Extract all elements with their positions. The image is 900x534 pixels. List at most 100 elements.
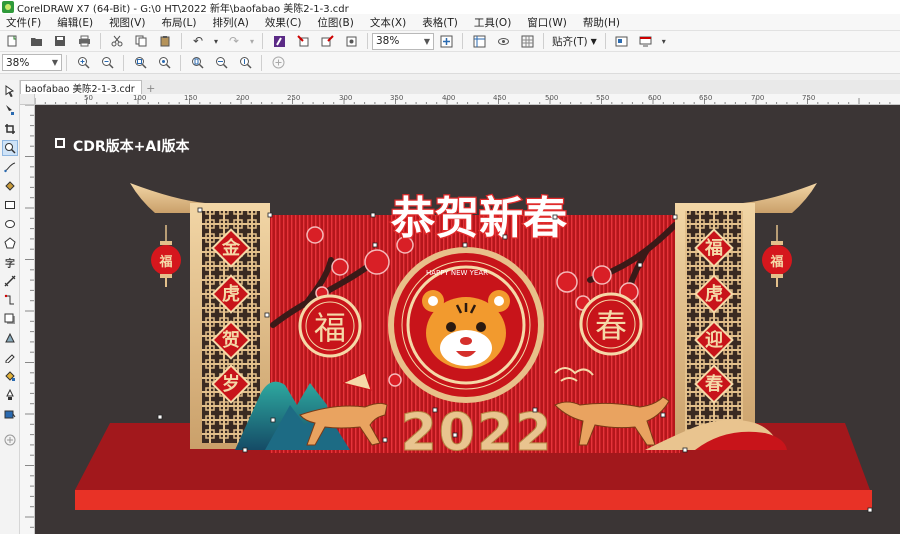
options-icon[interactable] — [636, 32, 656, 50]
property-bar: 38% ▼ — [0, 51, 900, 74]
text-tool-icon[interactable]: 字 — [2, 254, 18, 270]
menu-tools[interactable]: 工具(O) — [468, 15, 521, 30]
crop-tool-icon[interactable] — [2, 121, 18, 137]
menu-file[interactable]: 文件(F) — [0, 15, 51, 30]
save-icon[interactable] — [50, 32, 70, 50]
full-screen-preview-icon[interactable] — [436, 32, 456, 50]
cut-icon[interactable] — [107, 32, 127, 50]
connector-tool-icon[interactable] — [2, 292, 18, 308]
window-title: CorelDRAW X7 (64-Bit) - G:\0 HT\2022 新年\… — [17, 3, 349, 15]
zoom-to-all-objects-icon[interactable] — [154, 54, 174, 72]
import-icon[interactable] — [293, 32, 313, 50]
menu-edit[interactable]: 编辑(E) — [51, 15, 103, 30]
ruler-tick-label: 100 — [133, 94, 147, 102]
zoom-levels-combo[interactable]: 38% ▼ — [2, 54, 62, 71]
transparency-tool-icon[interactable] — [2, 330, 18, 346]
print-icon[interactable] — [74, 32, 94, 50]
shape-tool-icon[interactable] — [2, 102, 18, 118]
ruler-tick-label: 50 — [84, 94, 93, 102]
ruler-tick-label: 200 — [236, 94, 250, 102]
zoom-tool-icon[interactable] — [2, 140, 18, 156]
search-content-icon[interactable] — [269, 32, 289, 50]
ruler-tick-label: 500 — [545, 94, 559, 102]
polygon-tool-icon[interactable] — [2, 235, 18, 251]
horizontal-ruler[interactable]: 50 100 150 200 250 300 350 400 450 500 5… — [35, 94, 900, 105]
zoom-to-page-width-icon[interactable] — [211, 54, 231, 72]
redo-icon[interactable]: ↷ — [224, 32, 244, 50]
toolbar-separator — [604, 33, 606, 49]
menu-view[interactable]: 视图(V) — [103, 15, 155, 30]
left-fortune-char: 福 — [314, 309, 346, 347]
ellipse-tool-icon[interactable] — [2, 216, 18, 232]
copy-icon[interactable] — [131, 32, 151, 50]
ruler-tick-label: 550 — [596, 94, 610, 102]
drop-shadow-tool-icon[interactable] — [2, 311, 18, 327]
zoom-levels-value: 38% — [6, 56, 30, 69]
welcome-screen-icon[interactable] — [612, 32, 632, 50]
grid-icon[interactable] — [517, 32, 537, 50]
vertical-ruler[interactable] — [20, 105, 35, 534]
open-folder-icon[interactable] — [26, 32, 46, 50]
zoom-to-page-height-icon[interactable] — [235, 54, 255, 72]
zoom-out-icon[interactable] — [97, 54, 117, 72]
document-tab[interactable]: baofabao 美陈2-1-3.cdr — [20, 80, 142, 95]
smart-fill-tool-icon[interactable] — [2, 178, 18, 194]
right-lantern-char: 福 — [769, 254, 783, 270]
show-rulers-icon[interactable] — [469, 32, 489, 50]
ruler-tick-label: 400 — [442, 94, 456, 102]
pick-tool-icon[interactable] — [2, 83, 18, 99]
happy-new-year-text: HAPPY NEW YEAR — [426, 269, 488, 277]
color-eyedropper-tool-icon[interactable] — [2, 349, 18, 365]
rectangle-tool-icon[interactable] — [2, 197, 18, 213]
drawing-canvas[interactable]: CDR版本+AI版本 HAPPY NEW YEAR 福 春 恭贺新春 金 虎 贺… — [35, 105, 900, 534]
add-circle-icon[interactable] — [268, 54, 288, 72]
undo-dropdown-icon[interactable]: ▾ — [212, 32, 220, 50]
menu-text[interactable]: 文本(X) — [364, 15, 416, 30]
interactive-fill-tool-icon[interactable] — [2, 368, 18, 384]
coreldraw-app-icon — [2, 1, 14, 13]
ruler-tick-label: 600 — [648, 94, 662, 102]
menu-arrange[interactable]: 排列(A) — [207, 15, 259, 30]
parallel-dimension-tool-icon[interactable] — [2, 273, 18, 289]
outline-pen-tool-icon[interactable] — [2, 387, 18, 403]
right-spring-char: 春 — [595, 307, 627, 345]
title-bar: CorelDRAW X7 (64-Bit) - G:\0 HT\2022 新年\… — [0, 0, 900, 15]
view-mode-icon[interactable] — [493, 32, 513, 50]
menu-layout[interactable]: 布局(L) — [155, 15, 206, 30]
chevron-down-icon: ▼ — [51, 58, 58, 67]
toolbar-separator — [262, 33, 263, 49]
right-couplet-char: 迎 — [705, 329, 723, 351]
ruler-tick-label: 650 — [699, 94, 713, 102]
menu-effects[interactable]: 效果(C) — [259, 15, 312, 30]
fill-tool-icon[interactable] — [2, 406, 18, 422]
ruler-tick-label: 300 — [339, 94, 353, 102]
toolbar-separator — [66, 54, 67, 71]
new-tab-plus-icon[interactable]: + — [144, 82, 158, 95]
add-tool-icon[interactable] — [2, 432, 18, 448]
toolbar-separator — [100, 33, 101, 49]
menu-help[interactable]: 帮助(H) — [577, 15, 630, 30]
right-couplet-char: 虎 — [705, 283, 723, 305]
zoom-in-icon[interactable] — [73, 54, 93, 72]
new-document-icon[interactable] — [2, 32, 22, 50]
zoom-to-selected-icon[interactable] — [130, 54, 150, 72]
toolbar-separator — [367, 33, 368, 49]
zoom-level-combo[interactable]: 38% ▼ — [372, 32, 434, 50]
publish-pdf-icon[interactable] — [341, 32, 361, 50]
freehand-tool-icon[interactable] — [2, 159, 18, 175]
artwork: HAPPY NEW YEAR 福 春 恭贺新春 金 虎 贺 岁 福 虎 迎 春 … — [75, 183, 873, 513]
ruler-origin[interactable] — [20, 94, 35, 105]
menu-bitmaps[interactable]: 位图(B) — [311, 15, 363, 30]
undo-icon[interactable]: ↶ — [188, 32, 208, 50]
redo-dropdown-icon[interactable]: ▾ — [248, 32, 256, 50]
snap-to-dropdown[interactable]: 贴齐(T) ▼ — [548, 34, 601, 49]
zoom-to-page-icon[interactable] — [187, 54, 207, 72]
menu-table[interactable]: 表格(T) — [416, 15, 468, 30]
menu-window[interactable]: 窗口(W) — [521, 15, 577, 30]
export-icon[interactable] — [317, 32, 337, 50]
ruler-tick-label: 750 — [802, 94, 816, 102]
toolbar-options-dropdown-icon[interactable]: ▾ — [660, 32, 668, 50]
chevron-down-icon: ▼ — [590, 36, 597, 46]
paste-icon[interactable] — [155, 32, 175, 50]
title-art-text: 恭贺新春 — [390, 193, 567, 244]
